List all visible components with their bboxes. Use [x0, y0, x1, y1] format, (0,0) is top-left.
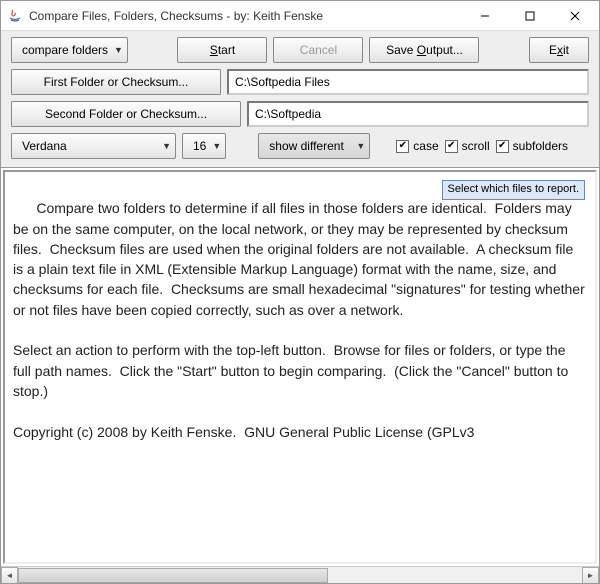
first-folder-button[interactable]: First Folder or Checksum... [11, 69, 221, 95]
filter-combo[interactable]: show different ▼ [258, 133, 370, 159]
scroll-left-button[interactable]: ◄ [1, 567, 18, 584]
font-size-label: 16 [193, 139, 206, 153]
action-combo-label: compare folders [22, 43, 108, 57]
close-button[interactable] [552, 2, 597, 30]
horizontal-scrollbar[interactable]: ◄ ► [1, 566, 599, 583]
java-icon [7, 8, 23, 24]
content-area: Compare two folders to determine if all … [1, 168, 599, 583]
titlebar: Compare Files, Folders, Checksums - by: … [1, 1, 599, 31]
font-name-combo[interactable]: Verdana ▼ [11, 133, 176, 159]
exit-button[interactable]: Exit [529, 37, 589, 63]
subfolders-label: subfolders [513, 139, 568, 153]
output-text: Compare two folders to determine if all … [13, 200, 589, 439]
first-folder-input[interactable] [227, 69, 589, 95]
tooltip: Select which files to report. [442, 180, 585, 200]
chevron-down-icon: ▼ [114, 45, 123, 55]
action-combo[interactable]: compare folders ▼ [11, 37, 128, 63]
maximize-button[interactable] [507, 2, 552, 30]
chevron-down-icon: ▼ [356, 141, 365, 151]
checkbox-icon: ✔ [445, 140, 458, 153]
case-label: case [413, 139, 438, 153]
filter-label: show different [269, 139, 344, 153]
minimize-button[interactable] [462, 2, 507, 30]
scroll-track[interactable] [18, 567, 582, 584]
chevron-down-icon: ▼ [212, 141, 221, 151]
scroll-thumb[interactable] [18, 568, 328, 583]
chevron-down-icon: ▼ [162, 141, 171, 151]
output-textarea[interactable]: Compare two folders to determine if all … [3, 170, 597, 564]
cancel-button[interactable]: Cancel [273, 37, 363, 63]
start-button[interactable]: Start [177, 37, 267, 63]
second-folder-input[interactable] [247, 101, 589, 127]
scroll-right-button[interactable]: ► [582, 567, 599, 584]
save-output-button[interactable]: Save Output... [369, 37, 479, 63]
font-name-label: Verdana [22, 139, 67, 153]
font-size-combo[interactable]: 16 ▼ [182, 133, 226, 159]
app-window: Compare Files, Folders, Checksums - by: … [0, 0, 600, 584]
checkbox-icon: ✔ [496, 140, 509, 153]
toolbar: compare folders ▼ Start Cancel Save Outp… [1, 31, 599, 168]
scroll-label: scroll [462, 139, 490, 153]
scroll-checkbox[interactable]: ✔ scroll [445, 139, 490, 153]
second-folder-button[interactable]: Second Folder or Checksum... [11, 101, 241, 127]
case-checkbox[interactable]: ✔ case [396, 139, 438, 153]
window-title: Compare Files, Folders, Checksums - by: … [29, 9, 462, 23]
checkbox-icon: ✔ [396, 140, 409, 153]
subfolders-checkbox[interactable]: ✔ subfolders [496, 139, 568, 153]
